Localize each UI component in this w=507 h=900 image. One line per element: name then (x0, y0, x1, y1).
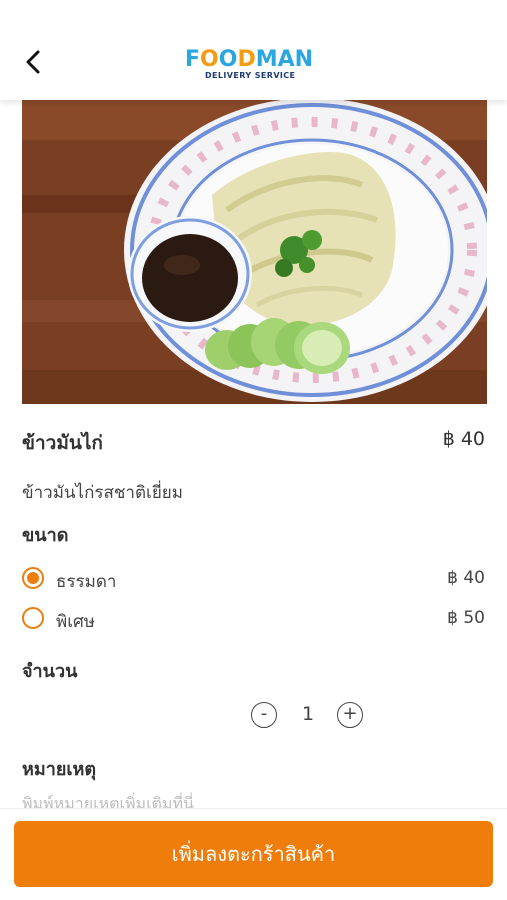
logo-subtitle: DELIVERY SERVICE (205, 71, 296, 80)
note-heading: หมายเหตุ (22, 759, 97, 780)
size-option-label: ธรรมดา (56, 572, 117, 592)
logo-text: FOODMAN (185, 47, 314, 72)
chevron-left-icon (26, 50, 40, 74)
size-option-regular[interactable]: ธรรมดา ฿ 40 (0, 564, 507, 594)
add-to-cart-button[interactable]: เพิ่มลงตะกร้าสินค้า (14, 821, 493, 887)
size-option-label: พิเศษ (56, 612, 96, 632)
size-option-price: ฿ 50 (447, 608, 485, 628)
size-option-special[interactable]: พิเศษ ฿ 50 (0, 604, 507, 634)
back-button[interactable] (18, 44, 50, 80)
quantity-heading: จำนวน (22, 661, 78, 682)
size-option-price: ฿ 40 (447, 568, 485, 588)
quantity-increase-button[interactable]: + (337, 702, 363, 728)
item-price: ฿ 40 (442, 428, 485, 450)
foodman-logo: FOODMAN DELIVERY SERVICE (185, 48, 313, 86)
radio-selected-icon[interactable] (22, 567, 44, 589)
quantity-decrease-button[interactable]: - (251, 702, 277, 728)
food-image (22, 100, 487, 404)
app-header: FOODMAN DELIVERY SERVICE (0, 0, 507, 100)
quantity-value: 1 (301, 703, 315, 725)
bottom-action-bar: เพิ่มลงตะกร้าสินค้า (0, 808, 507, 900)
size-heading: ขนาด (22, 525, 69, 546)
item-name: ข้าวมันไก่ (22, 432, 103, 454)
radio-unselected-icon[interactable] (22, 607, 44, 629)
item-description: ข้าวมันไก่รสชาติเยี่ยม (22, 483, 183, 503)
